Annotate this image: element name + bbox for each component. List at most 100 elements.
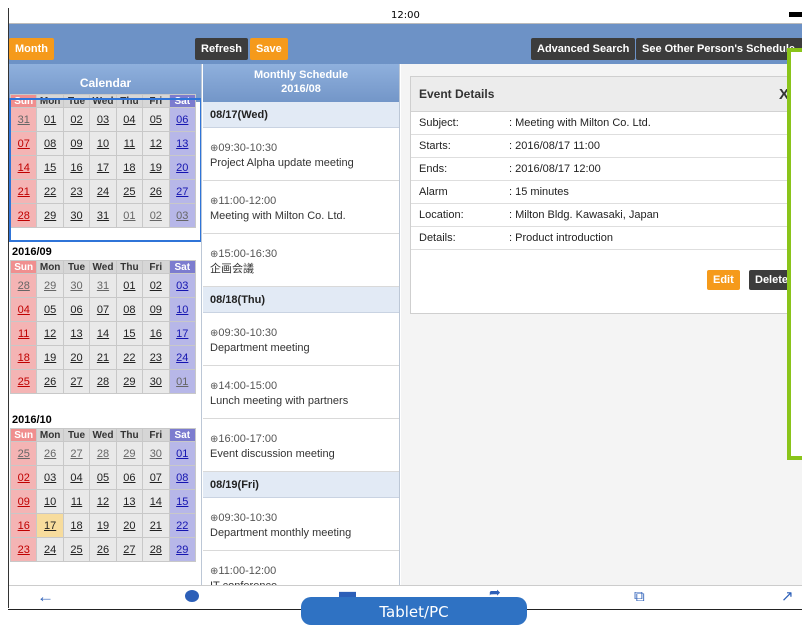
calendar-day[interactable]: 05 — [36, 297, 64, 322]
calendar-day[interactable]: 30 — [142, 441, 170, 466]
calendar-day[interactable]: 16 — [142, 321, 170, 346]
calendar-day[interactable]: 08 — [36, 131, 64, 156]
calendar-day[interactable]: 12 — [36, 321, 64, 346]
calendar-day[interactable]: 15 — [115, 321, 144, 346]
calendar-day[interactable]: 23 — [142, 345, 170, 370]
calendar-day[interactable]: 14 — [9, 155, 38, 180]
calendar-day[interactable]: 30 — [142, 369, 170, 394]
calendar-day[interactable]: 15 — [36, 155, 64, 180]
calendar-day[interactable]: 30 — [62, 203, 91, 228]
calendar-day[interactable]: 23 — [62, 179, 91, 204]
advanced-search-button[interactable]: Advanced Search — [531, 38, 636, 60]
calendar-day[interactable]: 01 — [36, 107, 64, 132]
edit-button[interactable]: Edit — [707, 270, 740, 290]
calendar-day[interactable]: 19 — [36, 345, 64, 370]
see-other-schedule-button[interactable]: See Other Person's Schedule — [636, 38, 802, 60]
calendar-day[interactable]: 21 — [142, 513, 170, 538]
calendar-day[interactable]: 09 — [62, 131, 91, 156]
schedule-event[interactable]: ⊕11:00-12:00IT conference — [203, 551, 399, 585]
calendar-day[interactable]: 11 — [115, 131, 144, 156]
calendar-day[interactable]: 26 — [89, 537, 117, 562]
calendar-day[interactable]: 19 — [89, 513, 117, 538]
calendar-day[interactable]: 03 — [168, 273, 197, 298]
calendar-day[interactable]: 02 — [142, 273, 170, 298]
calendar-day[interactable]: 07 — [142, 465, 170, 490]
calendar-day[interactable]: 13 — [168, 131, 197, 156]
calendar-day[interactable]: 01 — [115, 203, 144, 228]
calendar-day[interactable]: 02 — [142, 203, 170, 228]
tabs-icon[interactable]: ⧉ — [634, 587, 645, 607]
calendar-day[interactable]: 28 — [89, 441, 117, 466]
schedule-event[interactable]: ⊕16:00-17:00 Event discussion meeting — [203, 419, 399, 472]
calendar-day[interactable]: 13 — [115, 489, 144, 514]
calendar-day[interactable]: 02 — [62, 107, 91, 132]
calendar-day[interactable]: 17 — [89, 155, 117, 180]
calendar-day[interactable]: 27 — [168, 179, 197, 204]
calendar-day[interactable]: 14 — [142, 489, 170, 514]
calendar-day[interactable]: 13 — [62, 321, 91, 346]
save-button[interactable]: Save — [250, 38, 288, 60]
calendar-day[interactable]: 20 — [115, 513, 144, 538]
calendar-day[interactable]: 25 — [115, 179, 144, 204]
calendar-day[interactable]: 29 — [115, 369, 144, 394]
calendar-day[interactable]: 05 — [89, 465, 117, 490]
calendar-day[interactable]: 02 — [9, 465, 38, 490]
chat-bubble-icon[interactable] — [185, 590, 199, 602]
calendar-day[interactable]: 21 — [89, 345, 117, 370]
calendar-day[interactable]: 27 — [115, 537, 144, 562]
calendar-day[interactable]: 26 — [142, 179, 170, 204]
calendar-day[interactable]: 17 — [168, 321, 197, 346]
calendar-day[interactable]: 24 — [168, 345, 197, 370]
calendar-day[interactable]: 29 — [36, 273, 64, 298]
calendar-day[interactable]: 22 — [36, 179, 64, 204]
calendar-day[interactable]: 11 — [9, 321, 38, 346]
calendar-day[interactable]: 12 — [89, 489, 117, 514]
calendar-day[interactable]: 28 — [9, 203, 38, 228]
calendar-day[interactable]: 04 — [9, 297, 38, 322]
calendar-day[interactable]: 18 — [115, 155, 144, 180]
calendar-day[interactable]: 24 — [89, 179, 117, 204]
calendar-day[interactable]: 31 — [89, 273, 117, 298]
calendar-day[interactable]: 20 — [62, 345, 91, 370]
calendar-day[interactable]: 22 — [168, 513, 197, 538]
calendar-day[interactable]: 18 — [9, 345, 38, 370]
calendar-day[interactable]: 09 — [142, 297, 170, 322]
calendar-day[interactable]: 28 — [89, 369, 117, 394]
calendar-day[interactable]: 27 — [62, 369, 91, 394]
calendar-day[interactable]: 08 — [168, 465, 197, 490]
month-button[interactable]: Month — [9, 38, 54, 60]
calendar-day[interactable]: 20 — [168, 155, 197, 180]
back-arrow-icon[interactable]: ← — [37, 587, 54, 607]
calendar-day[interactable]: 12 — [142, 131, 170, 156]
calendar-day[interactable]: 27 — [62, 441, 91, 466]
calendar-day[interactable]: 10 — [89, 131, 117, 156]
calendar-day[interactable]: 07 — [89, 297, 117, 322]
calendar-day[interactable]: 28 — [142, 537, 170, 562]
calendar-day[interactable]: 16 — [9, 513, 38, 538]
schedule-event[interactable]: ⊕14:00-15:00 Lunch meeting with partners — [203, 366, 399, 419]
expand-icon[interactable]: ↗ — [781, 587, 794, 607]
calendar-day[interactable]: 25 — [9, 369, 38, 394]
calendar-day[interactable]: 06 — [62, 297, 91, 322]
schedule-event[interactable]: ⊕09:30-10:30 Department meeting — [203, 313, 399, 366]
calendar-day[interactable]: 03 — [168, 203, 197, 228]
calendar-day[interactable]: 06 — [115, 465, 144, 490]
calendar-day[interactable]: 25 — [62, 537, 91, 562]
calendar-day[interactable]: 10 — [168, 297, 197, 322]
calendar-day[interactable]: 29 — [36, 203, 64, 228]
calendar-day[interactable]: 03 — [89, 107, 117, 132]
calendar-day[interactable]: 01 — [168, 441, 197, 466]
schedule-event[interactable]: ⊕11:00-12:00 Meeting with Milton Co. Ltd. — [203, 181, 399, 234]
calendar-day[interactable]: 28 — [9, 273, 38, 298]
calendar-day[interactable]: 31 — [9, 107, 38, 132]
schedule-event[interactable]: ⊕09:30-10:30 Project Alpha update meeting — [203, 128, 399, 181]
calendar-day[interactable]: 23 — [9, 537, 38, 562]
calendar-day[interactable]: 07 — [9, 131, 38, 156]
calendar-day[interactable]: 21 — [9, 179, 38, 204]
calendar-day[interactable]: 09 — [9, 489, 38, 514]
calendar-day[interactable]: 25 — [9, 441, 38, 466]
refresh-button[interactable]: Refresh — [195, 38, 248, 60]
calendar-day[interactable]: 29 — [168, 537, 197, 562]
calendar-day[interactable]: 31 — [89, 203, 117, 228]
calendar-day[interactable]: 10 — [36, 489, 64, 514]
